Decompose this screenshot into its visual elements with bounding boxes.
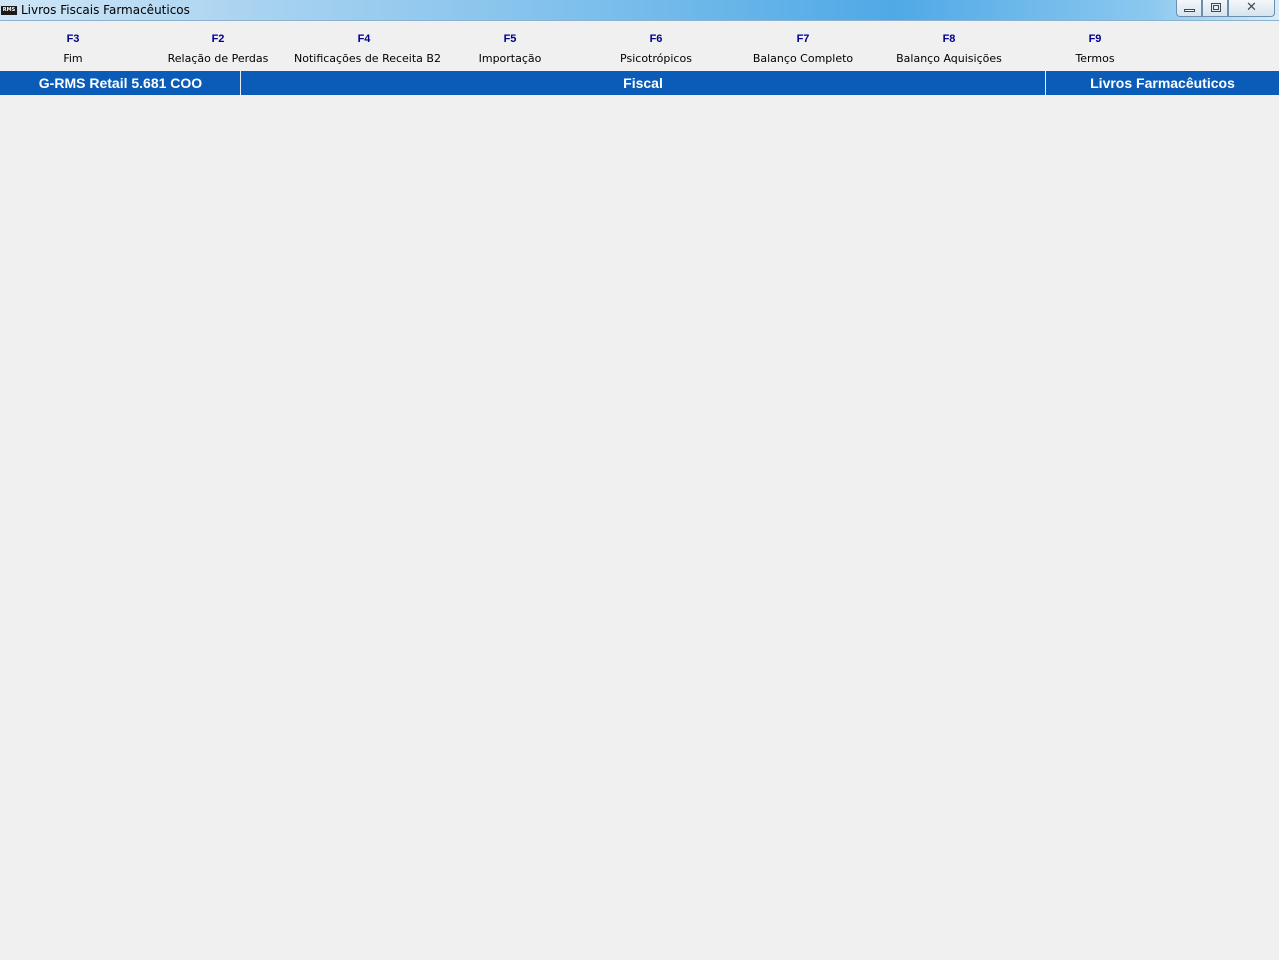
fkey-label: Balanço Completo [752,52,854,65]
workspace-area [0,95,1279,960]
status-module: Fiscal [240,71,1046,95]
close-icon: ✕ [1246,0,1257,15]
fkey-label: Balanço Aquisições [896,52,1002,65]
fkey-f2-relacao-de-perdas[interactable]: F2 Relação de Perdas [148,30,288,68]
fkey-f4-notificacoes-de-receita-b2[interactable]: F4 Notificações de Receita B2 [294,30,441,68]
restore-button[interactable] [1202,0,1228,17]
fkey-code: F4 [357,33,371,45]
status-bar: G-RMS Retail 5.681 COO Fiscal Livros Far… [0,71,1279,95]
restore-icon [1211,3,1221,12]
fkey-label: Psicotrópicos [620,52,692,65]
fkey-code: F5 [503,33,517,45]
app-logo-icon: RMS [1,6,17,15]
fkey-label: Notificações de Receita B2 [294,52,441,65]
fkey-code: F8 [942,33,956,45]
fkey-code: F7 [796,33,810,45]
fkey-f6-psicotropicos[interactable]: F6 Psicotrópicos [586,30,726,68]
close-button[interactable]: ✕ [1228,0,1275,17]
window-title: Livros Fiscais Farmacêuticos [21,3,190,17]
fkey-label: Fim [63,52,83,65]
fkey-f9-termos[interactable]: F9 Termos [1025,30,1165,68]
fkey-label: Termos [1075,52,1115,65]
minimize-button[interactable] [1176,0,1202,17]
fkey-code: F6 [649,33,663,45]
fkey-code: F9 [1088,33,1102,45]
function-key-bar: F3 Fim F2 Relação de Perdas F4 Notificaç… [0,30,1279,70]
minimize-icon [1184,9,1195,12]
fkey-code: F2 [211,33,225,45]
fkey-label: Relação de Perdas [167,52,269,65]
fkey-f7-balanco-completo[interactable]: F7 Balanço Completo [733,30,873,68]
status-screen-name: Livros Farmacêuticos [1045,71,1279,95]
status-system-version: G-RMS Retail 5.681 COO [1,71,241,95]
fkey-code: F3 [66,33,80,45]
title-bar[interactable]: RMS Livros Fiscais Farmacêuticos ✕ [0,0,1279,21]
fkey-label: Importação [478,52,542,65]
fkey-f8-balanco-aquisicoes[interactable]: F8 Balanço Aquisições [879,30,1019,68]
fkey-f5-importacao[interactable]: F5 Importação [440,30,580,68]
fkey-f3-fim[interactable]: F3 Fim [3,30,143,68]
